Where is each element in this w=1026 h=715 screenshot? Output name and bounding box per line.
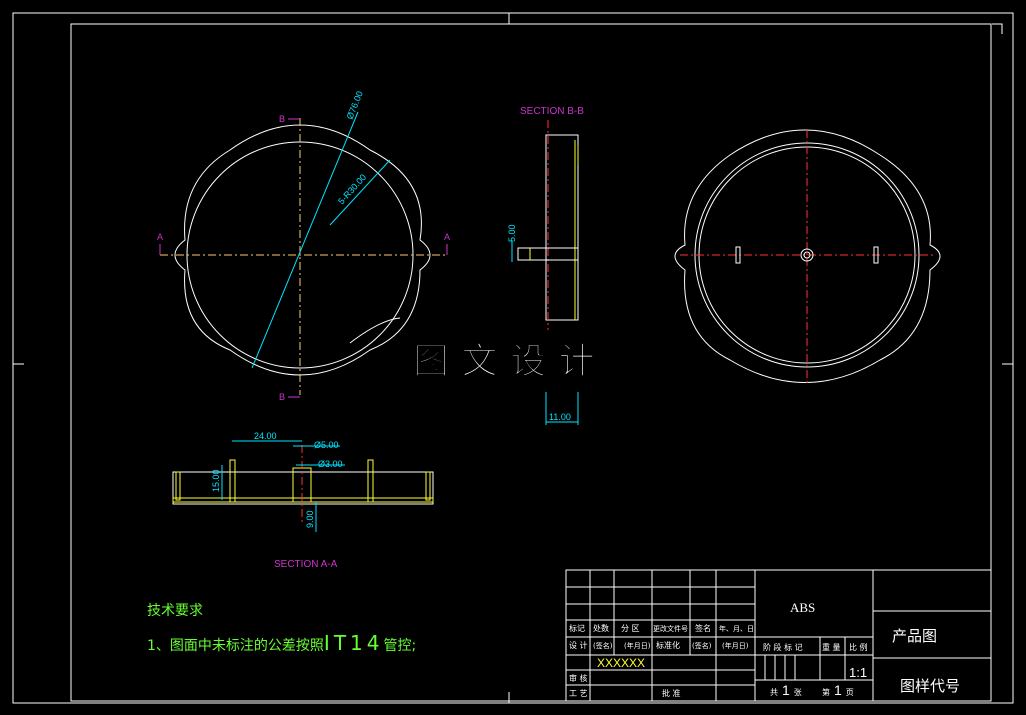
section-aa-view: 24.00 Ø5.00 Ø3.00 15.00 9.00 SECTION A-A <box>172 431 434 570</box>
tb-sheet-no-suffix: 页 <box>846 688 854 697</box>
tb-total-sheets-value: 1 <box>782 682 790 698</box>
notes-line1: 1、图面中未标注的公差按照IT14管控; <box>147 631 416 655</box>
tb-header-cell: 签名 <box>695 623 711 633</box>
notes-line1-suffix: 管控; <box>384 638 417 654</box>
tb-sign-cell: 标准化 <box>656 640 680 650</box>
tb-sign-cell: (年月日) <box>624 641 651 650</box>
orientation-mark <box>992 23 1003 34</box>
tb-designer-value: XXXXXX <box>597 656 645 670</box>
diameter-leader <box>251 111 359 369</box>
marker-b-bottom: B <box>279 392 285 402</box>
section-bb-label: SECTION B-B <box>520 106 584 117</box>
tb-sign-cell: (签名) <box>692 641 712 650</box>
aa-base-hatch <box>172 497 434 503</box>
tb-scale: 1:1 <box>849 665 867 680</box>
tb-sign-cell: 设 计 <box>569 640 588 650</box>
tb-total-sheets-suffix: 张 <box>794 688 802 697</box>
bb-wall <box>545 134 579 321</box>
dim-bb-height: 5.00 <box>507 224 517 242</box>
front-view: Ø76.00 5-R30.00 B B A A <box>157 90 450 402</box>
marker-a-left: A <box>157 232 163 242</box>
dim-bb-width: 11.00 <box>549 412 571 422</box>
dim-aa-dia1: Ø5.00 <box>314 440 339 450</box>
watermark-text: 图 文 设 计 <box>413 341 595 382</box>
cad-drawing: Ø76.00 5-R30.00 B B A A SECTION B-B 5.00… <box>12 12 1014 704</box>
notes-title: 技术要求 <box>147 603 203 619</box>
dim-aa-depth: 9.00 <box>305 510 315 528</box>
tb-drawing-code: 图样代号 <box>900 677 960 695</box>
marker-b-top: B <box>279 114 285 124</box>
radius-leader <box>329 159 391 226</box>
scalloped-outline <box>174 124 431 376</box>
tb-header-cell: 标记 <box>569 623 585 633</box>
back-view <box>674 129 941 385</box>
notes-line1-prefix: 1、图面中未标注的公差按照 <box>147 638 324 654</box>
tb-drawing-type: 产品图 <box>892 627 937 645</box>
tb-sign-cell: (年月日) <box>722 641 749 650</box>
tb-total-sheets-prefix: 共 <box>770 688 778 697</box>
tb-stage-label: 比 例 <box>849 642 868 652</box>
tb-stage-label: 阶 段 标 记 <box>763 642 803 652</box>
tb-approve-label: 批 准 <box>662 688 681 698</box>
notes-line1-code: IT14 <box>324 631 384 655</box>
tb-header-cell: 更改文件号 <box>653 624 688 633</box>
aa-rib-right <box>367 459 374 503</box>
aa-rib-left <box>229 459 236 503</box>
tb-process-label: 工 艺 <box>569 689 588 698</box>
tb-header-cell: 分 区 <box>621 624 640 633</box>
tb-total-sheets: 共1张 <box>770 682 802 698</box>
tb-stage-label: 重 量 <box>822 642 841 652</box>
tb-review-label: 审 核 <box>569 673 588 683</box>
dim-aa-width: 24.00 <box>254 431 277 441</box>
dim-aa-height: 15.00 <box>211 469 221 492</box>
marker-a-right: A <box>444 232 450 242</box>
tb-material: ABS <box>790 600 815 615</box>
dim-dia-outer: Ø76.00 <box>345 90 365 121</box>
tb-header-cell: 处数 <box>593 623 609 633</box>
title-block-text: ABS 产品图 图样代号 1:1 标记 处数 分 区 更改文件号 签名 年、月、… <box>569 600 960 698</box>
tb-header-cell: 年、月、日 <box>719 624 754 633</box>
tb-sheet-no-value: 1 <box>834 682 842 698</box>
tb-sheet-no-prefix: 第 <box>822 687 830 697</box>
tb-sheet-no: 第1页 <box>822 682 854 698</box>
tb-sign-cell: (签名) <box>593 641 613 650</box>
aa-right-wall <box>425 471 431 501</box>
section-aa-label: SECTION A-A <box>274 559 338 570</box>
dim-aa-dia2: Ø3.00 <box>318 459 343 469</box>
aa-left-wall <box>175 471 181 501</box>
